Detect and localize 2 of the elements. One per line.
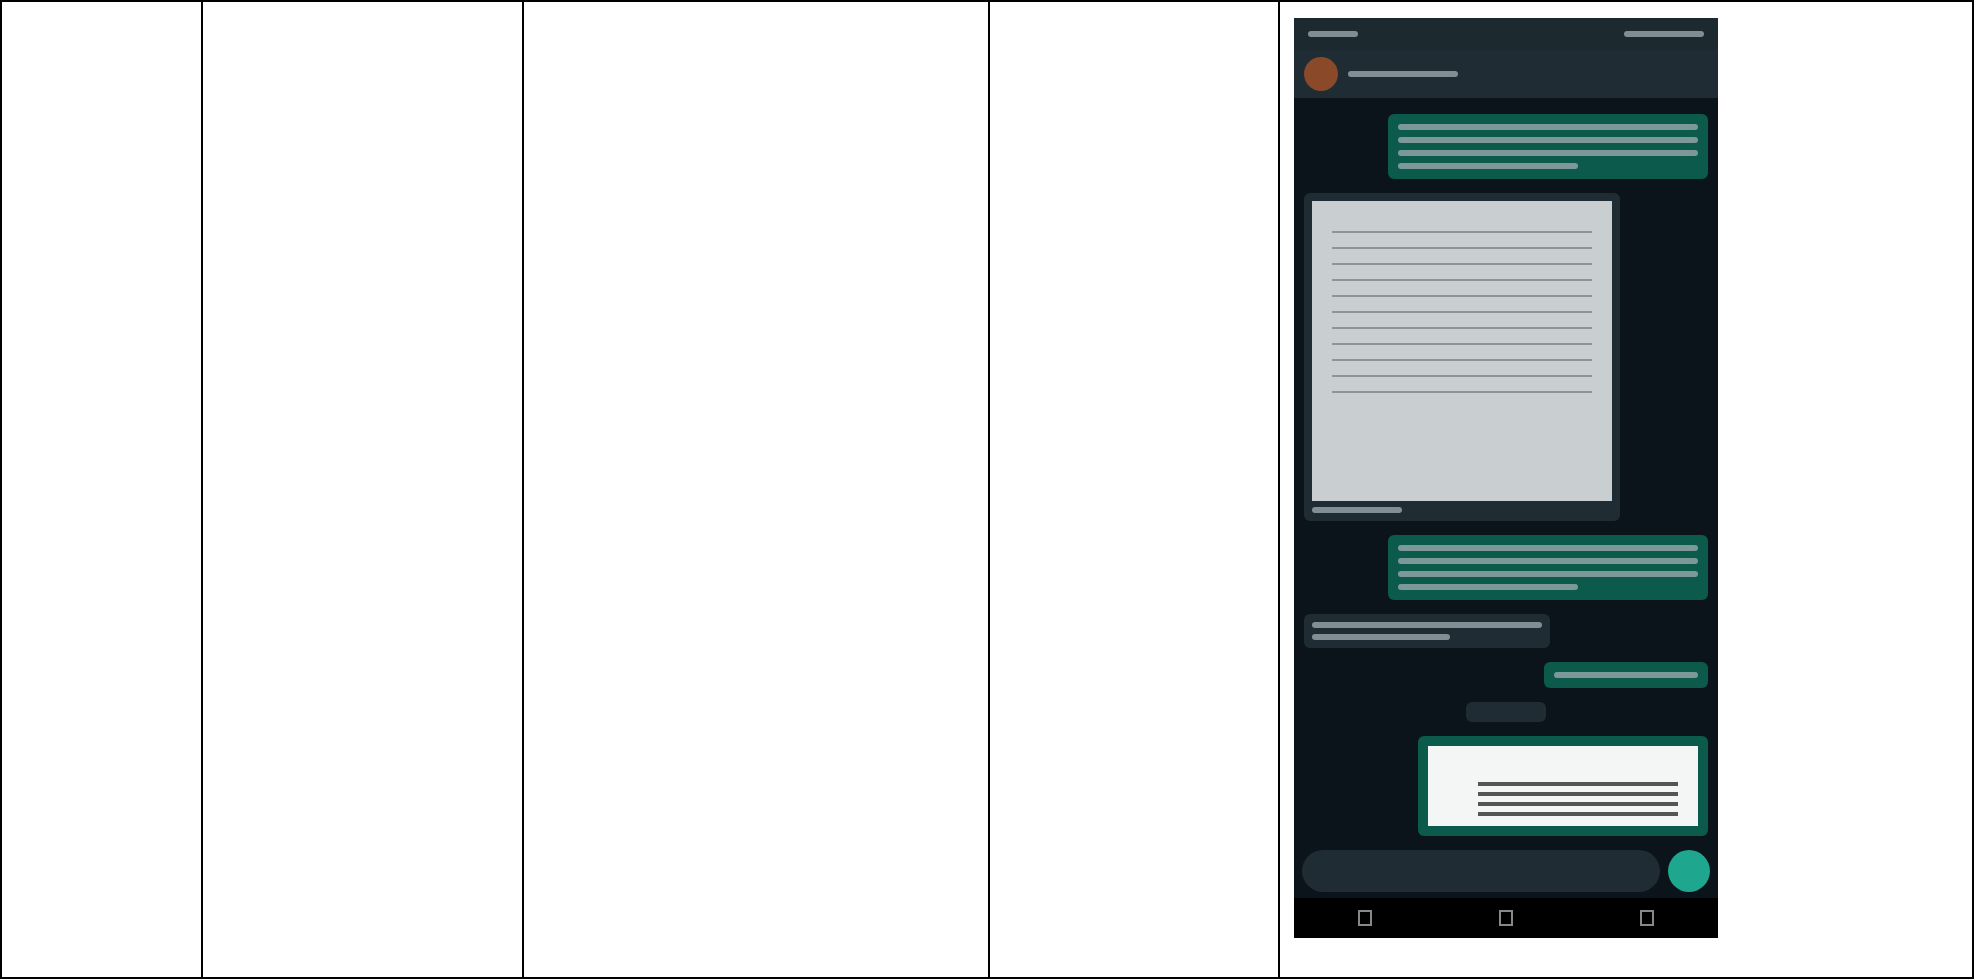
home-icon [1499, 910, 1513, 926]
avatar-icon [1304, 57, 1338, 91]
